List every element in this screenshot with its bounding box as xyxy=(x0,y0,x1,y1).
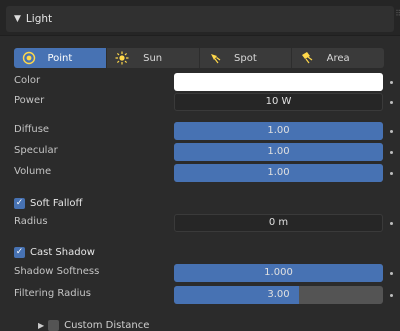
sun-light-icon xyxy=(115,51,129,65)
specular-slider[interactable]: 1.00 xyxy=(174,143,383,161)
light-panel-header-bar[interactable]: ▼ Light xyxy=(6,6,394,32)
power-row: Power 10 W xyxy=(0,93,400,111)
keyframe-dot-icon[interactable] xyxy=(390,81,393,84)
soft-falloff-checkbox[interactable]: ✓ Soft Falloff xyxy=(14,195,214,211)
filtering-radius-row: Filtering Radius 3.00 xyxy=(0,286,400,304)
shadow-softness-slider[interactable]: 1.000 xyxy=(174,264,383,282)
light-type-selector: Point Sun Spot Area xyxy=(14,48,384,68)
volume-label: Volume xyxy=(14,166,52,177)
tab-point[interactable]: Point xyxy=(14,48,107,68)
light-properties-panel: ▼ Light ⠿ Point Sun Spot Area Color Powe… xyxy=(0,0,400,331)
cast-shadow-label: Cast Shadow xyxy=(30,246,95,258)
filtering-radius-label: Filtering Radius xyxy=(14,288,91,299)
checkmark-icon[interactable]: ✓ xyxy=(14,246,25,258)
cast-shadow-checkbox[interactable]: ✓ Cast Shadow xyxy=(14,244,214,260)
checkmark-icon[interactable]: ✓ xyxy=(14,197,25,209)
custom-distance-label: Custom Distance xyxy=(64,319,150,331)
power-label: Power xyxy=(14,95,45,106)
tab-sun-label: Sun xyxy=(143,52,163,64)
diffuse-label: Diffuse xyxy=(14,124,50,135)
volume-slider[interactable]: 1.00 xyxy=(174,164,383,182)
radius-label: Radius xyxy=(14,216,48,227)
tab-spot-label: Spot xyxy=(234,52,257,64)
light-panel-header[interactable]: ▼ Light ⠿ xyxy=(0,0,400,36)
keyframe-dot-icon[interactable] xyxy=(390,294,393,297)
shadow-softness-row: Shadow Softness 1.000 xyxy=(0,264,400,282)
shadow-softness-value: 1.000 xyxy=(264,267,293,278)
specular-value: 1.00 xyxy=(267,146,290,157)
keyframe-dot-icon[interactable] xyxy=(390,130,393,133)
volume-row: Volume 1.00 xyxy=(0,164,400,182)
tab-sun[interactable]: Sun xyxy=(107,48,200,68)
keyframe-dot-icon[interactable] xyxy=(390,151,393,154)
expand-triangle-icon[interactable]: ▶ xyxy=(38,321,44,330)
soft-falloff-label: Soft Falloff xyxy=(30,197,83,209)
radius-row: Radius 0 m xyxy=(0,214,400,232)
point-light-icon xyxy=(22,51,36,65)
collapse-triangle-icon[interactable]: ▼ xyxy=(14,14,21,24)
keyframe-dot-icon[interactable] xyxy=(390,101,393,104)
keyframe-dot-icon[interactable] xyxy=(390,222,393,225)
volume-value: 1.00 xyxy=(267,167,290,178)
tab-area-label: Area xyxy=(326,52,350,64)
power-field[interactable]: 10 W xyxy=(174,93,383,111)
power-value: 10 W xyxy=(265,96,292,107)
specular-row: Specular 1.00 xyxy=(0,143,400,161)
filtering-radius-value: 3.00 xyxy=(267,289,290,300)
keyframe-dot-icon[interactable] xyxy=(390,272,393,275)
tab-point-label: Point xyxy=(47,52,73,64)
shadow-softness-label: Shadow Softness xyxy=(14,266,100,277)
drag-grip-icon[interactable]: ⠿ xyxy=(395,9,400,18)
radius-field[interactable]: 0 m xyxy=(174,214,383,232)
color-row: Color xyxy=(0,73,400,91)
tab-spot[interactable]: Spot xyxy=(200,48,293,68)
panel-title: Light xyxy=(25,13,53,25)
radius-value: 0 m xyxy=(268,217,289,228)
spot-light-icon xyxy=(210,54,220,64)
specular-label: Specular xyxy=(14,145,58,156)
color-label: Color xyxy=(14,75,41,86)
color-swatch[interactable] xyxy=(174,73,383,91)
tab-area[interactable]: Area xyxy=(292,48,384,68)
custom-distance-subpanel[interactable]: ▶ Custom Distance xyxy=(38,318,149,331)
area-light-icon xyxy=(302,52,313,64)
custom-distance-checkbox[interactable] xyxy=(48,319,60,331)
diffuse-value: 1.00 xyxy=(267,125,290,136)
diffuse-row: Diffuse 1.00 xyxy=(0,122,400,140)
diffuse-slider[interactable]: 1.00 xyxy=(174,122,383,140)
keyframe-dot-icon[interactable] xyxy=(390,172,393,175)
filtering-radius-slider[interactable]: 3.00 xyxy=(174,286,383,304)
